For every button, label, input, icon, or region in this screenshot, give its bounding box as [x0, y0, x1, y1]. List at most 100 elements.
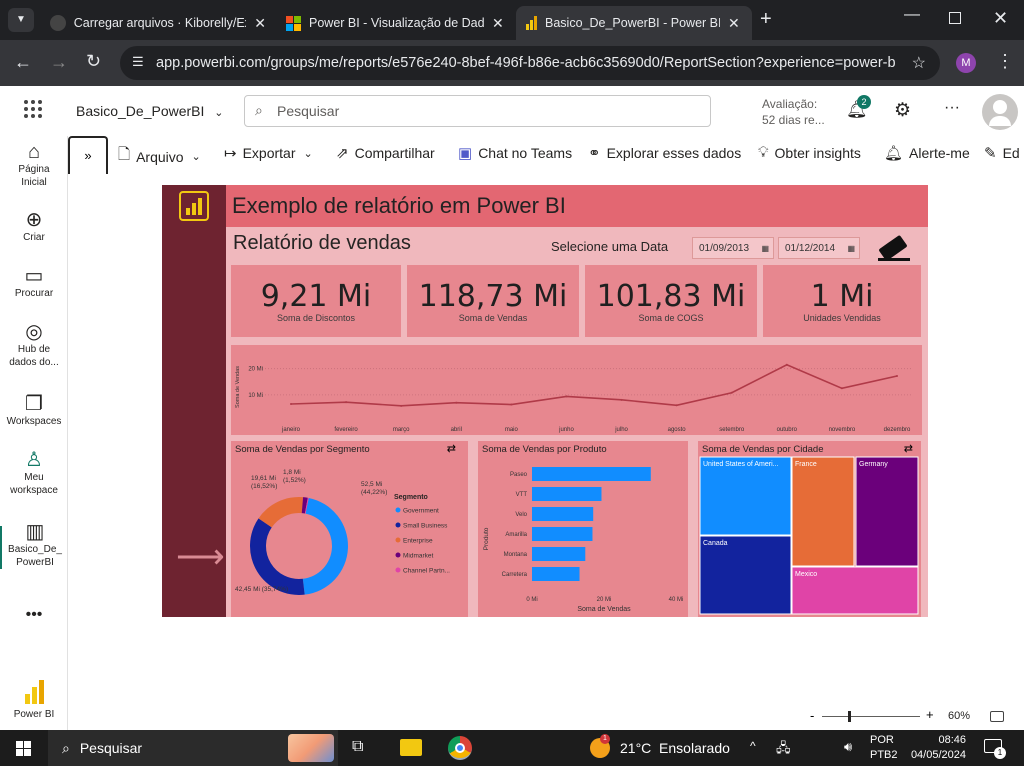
legend-marker [395, 552, 401, 558]
kpi-card-cogs[interactable]: 101,83 Mi Soma de COGS [585, 265, 757, 337]
nav-workspaces[interactable]: ❐ Workspaces [0, 394, 68, 428]
app-launcher-icon[interactable] [24, 100, 42, 118]
plus-circle-icon: ⊕ [25, 209, 43, 231]
close-icon[interactable]: ✕ [728, 15, 740, 32]
nav-data-hub[interactable]: ◎ Hub de dados do... [0, 322, 68, 369]
kpi-label: Soma de COGS [638, 313, 704, 323]
forward-icon[interactable]: → [50, 52, 68, 73]
browser-tab-microsoft[interactable]: Power BI - Visualização de Dado ✕ [276, 6, 514, 40]
nav-home[interactable]: ⌂ Página Inicial [0, 142, 68, 189]
date-from-input[interactable]: 01/09/2013 ▦ [692, 237, 774, 259]
legend-marker [395, 567, 401, 573]
explore-data-button[interactable]: ⚭ Explorar esses dados [588, 144, 741, 162]
trial-status[interactable]: Avaliação: 52 dias re... [762, 96, 825, 128]
weather-icon[interactable]: 1 [590, 734, 610, 758]
task-view-icon[interactable]: ⧉ [352, 738, 363, 756]
line-point [565, 395, 568, 398]
line-chart-panel[interactable]: Soma de Vendas 10 Mi 20 Mi janeiro fevereiro… [231, 345, 922, 435]
tab-label: Basico_De_PowerBI - Power BI [545, 16, 720, 30]
minimize-button[interactable]: — [904, 6, 920, 24]
donut-title: Soma de Vendas por Segmento [235, 444, 370, 455]
treemap-label: Germany [859, 461, 888, 468]
reload-icon[interactable]: ↻ [86, 51, 101, 72]
profile-avatar[interactable]: M [956, 53, 976, 73]
browser-tab-powerbi-active[interactable]: Basico_De_PowerBI - Power BI ✕ [516, 6, 752, 40]
search-placeholder: Pesquisar [277, 103, 340, 119]
date-to-input[interactable]: 01/12/2014 ▦ [778, 237, 860, 259]
teams-chat-button[interactable]: ▣ Chat no Teams [458, 144, 572, 162]
kpi-card-sales[interactable]: 118,73 Mi Soma de Vendas [407, 265, 579, 337]
site-info-icon[interactable]: ☰ [132, 54, 144, 70]
segment-donut-chart[interactable]: 52,5 Mi(44,22%) 42,45 Mi (35,74%) 19,61 Mi… [231, 441, 468, 617]
zoom-out-button[interactable]: - [810, 708, 814, 723]
x-tick-label: fevereiro [334, 427, 358, 433]
zoom-in-button[interactable]: + [926, 707, 934, 722]
zoom-slider[interactable] [822, 711, 920, 722]
nav-powerbi[interactable]: Power BI [0, 680, 68, 721]
close-window-button[interactable]: ✕ [993, 8, 1008, 29]
restore-button[interactable] [949, 12, 961, 24]
weather-text[interactable]: 21°C Ensolarado [620, 740, 730, 756]
bar-chart-panel[interactable]: Soma de Vendas por Produto Produto Paseo V… [478, 441, 688, 617]
more-options-icon[interactable]: ··· [944, 99, 960, 117]
report-name-dropdown[interactable]: Basico_De_PowerBI ⌄ [76, 103, 224, 119]
treemap-title: Soma de Vendas por Cidade [702, 444, 824, 455]
get-insights-button[interactable]: 💡︎ Obter insights [758, 144, 861, 161]
treemap-panel[interactable]: Soma de Vendas por Cidade ⇄ United State… [698, 441, 921, 617]
zoom-slider-thumb[interactable] [848, 711, 851, 722]
powerbi-logo-icon [24, 680, 44, 704]
expand-pane-button[interactable]: » [68, 136, 108, 174]
kpi-card-discounts[interactable]: 9,21 Mi Soma de Discontos [231, 265, 401, 337]
close-icon[interactable]: ✕ [492, 15, 504, 32]
nav-create[interactable]: ⊕ Criar [0, 209, 68, 244]
x-tick-label: maio [505, 427, 519, 433]
clock[interactable]: 08:46 04/05/2024 [906, 733, 966, 763]
tray-chevron-icon[interactable]: ^ [750, 739, 756, 753]
file-explorer-icon[interactable] [400, 739, 422, 756]
eraser-icon[interactable] [876, 233, 912, 263]
city-treemap[interactable]: United States of Ameri... Canada France Ger… [698, 441, 921, 617]
taskbar-search[interactable]: ⌕ Pesquisar [48, 730, 338, 766]
microsoft-logo-icon [286, 15, 301, 31]
language-indicator[interactable]: POR PTB2 [870, 733, 898, 763]
close-icon[interactable]: ✕ [254, 15, 266, 32]
trial-days: 52 dias re... [762, 113, 825, 127]
kpi-card-units[interactable]: 1 Mi Unidades Vendidas [763, 265, 921, 337]
fit-to-page-icon[interactable] [990, 711, 1004, 722]
nav-my-workspace[interactable]: ♙ Meu workspace [0, 450, 68, 497]
file-menu[interactable]: 🗋︎ Arquivo ⌄ [118, 144, 201, 169]
search-input[interactable]: ⌕ Pesquisar [244, 95, 711, 127]
chrome-icon[interactable] [448, 736, 472, 760]
new-tab-button[interactable]: + [760, 8, 772, 31]
drill-icon[interactable]: ⇄ [447, 442, 456, 455]
export-menu[interactable]: ↦ Exportar ⌄ [224, 144, 313, 162]
network-icon[interactable]: 🖧︎ [776, 739, 791, 761]
nav-browse[interactable]: ▭ Procurar [0, 266, 68, 300]
back-icon[interactable]: ← [14, 52, 32, 73]
edit-button[interactable]: ✎ Ed [984, 144, 1020, 162]
browser-tab-github[interactable]: Carregar arquivos · Kiborelly/Ex ✕ [40, 6, 276, 40]
share-button[interactable]: ⇗ Compartilhar [336, 144, 435, 162]
nav-more[interactable]: ••• [0, 607, 68, 623]
nav-current-report[interactable]: ▥ Basico_De_PowerBI [0, 522, 68, 569]
zoom-level[interactable]: 60% [948, 710, 970, 722]
next-page-arrow-icon[interactable]: ⟶ [176, 537, 225, 577]
zoom-bar: - + 60% [68, 704, 1024, 730]
sales-by-month-line-chart[interactable]: Soma de Vendas 10 Mi 20 Mi janeiro fevereiro… [231, 345, 922, 435]
drill-icon[interactable]: ⇄ [904, 442, 913, 455]
bookmark-star-icon[interactable]: ☆ [912, 53, 926, 73]
clock-date: 04/05/2024 [910, 749, 966, 761]
user-avatar[interactable] [982, 94, 1018, 130]
tab-label: Power BI - Visualização de Dado [309, 16, 484, 30]
browser-menu-icon[interactable]: ⋮ [996, 51, 1014, 72]
alert-label: Alerte-me [909, 145, 970, 161]
product-bar-chart[interactable]: Produto Paseo VTT Velo Amarilla Montana Carret… [478, 441, 688, 617]
windows-start-icon[interactable] [16, 741, 31, 756]
settings-gear-icon[interactable]: ⚙ [894, 99, 911, 122]
alert-me-button[interactable]: 🔔︎ Alerte-me [884, 144, 970, 162]
volume-icon[interactable]: 🔊︎ [844, 739, 852, 755]
tab-search-button[interactable]: ▼ [8, 8, 34, 32]
url-field[interactable]: ☰ app.powerbi.com/groups/me/reports/e576… [120, 46, 940, 80]
donut-chart-panel[interactable]: Soma de Vendas por Segmento ⇄ 52,5 Mi (44… [231, 441, 468, 617]
x-tick-label: setembro [719, 427, 745, 433]
